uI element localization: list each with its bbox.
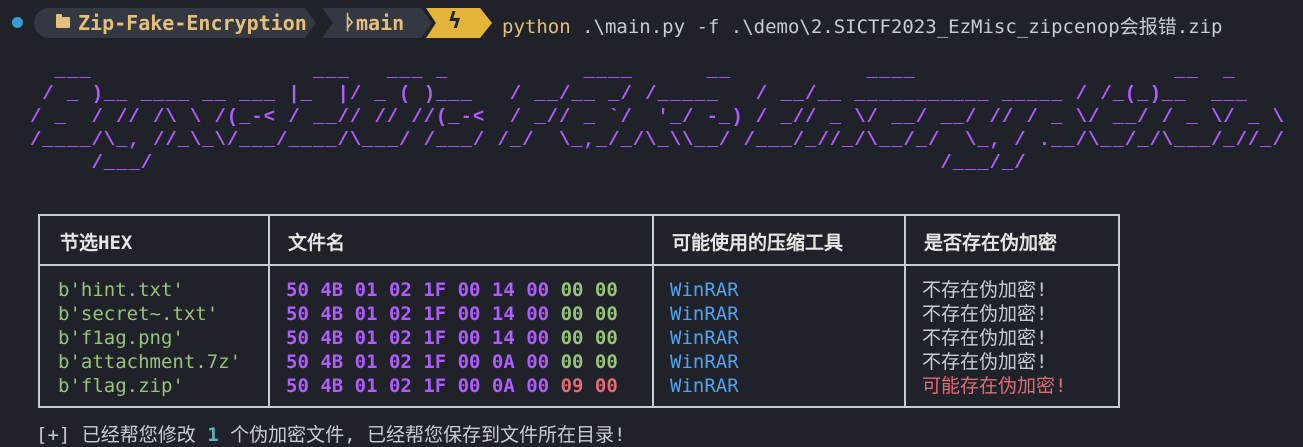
header-hex: 节选HEX [60, 232, 133, 254]
column-status: 不存在伪加密! 不存在伪加密! 不存在伪加密! 不存在伪加密! 可能存在伪加密! [922, 278, 1066, 398]
hex-bytes: 50 4B 01 02 1F 00 14 00 [286, 279, 550, 301]
prompt-directory: Zip-Fake-Encryption [78, 11, 307, 35]
prompt-branch: main [356, 11, 405, 35]
header-tool: 可能使用的压缩工具 [672, 232, 844, 254]
lightning-icon: ϟ [448, 9, 462, 34]
prompt-bolt-segment: ϟ [426, 8, 492, 38]
status-dot-icon [12, 17, 23, 28]
tool-name: WinRAR [670, 327, 739, 349]
hex-flag-bytes: 00 00 [560, 303, 618, 325]
hex-row: 50 4B 01 02 1F 00 14 00 00 00 [286, 326, 618, 350]
column-divider [904, 216, 906, 406]
hex-row: 50 4B 01 02 1F 00 14 00 00 00 [286, 278, 618, 302]
tool-name: WinRAR [670, 279, 739, 301]
tool-name: WinRAR [670, 375, 739, 397]
ascii-banner: ___ ___ ___ _ ____ __ ____ __ _ / _ )__ … [30, 60, 1285, 174]
hex-bytes: 50 4B 01 02 1F 00 0A 00 [286, 375, 550, 397]
encryption-status-warning: 可能存在伪加密! [922, 375, 1067, 397]
file-name: b'secret~.txt' [58, 303, 219, 325]
hex-bytes: 50 4B 01 02 1F 00 0A 00 [286, 351, 550, 373]
hex-row: 50 4B 01 02 1F 00 14 00 00 00 [286, 302, 618, 326]
command-line[interactable]: python .\main.py -f .\demo\2.SICTF2023_E… [502, 12, 1222, 39]
file-name: b'hint.txt' [58, 279, 184, 301]
hex-bytes: 50 4B 01 02 1F 00 14 00 [286, 303, 550, 325]
command-args: .\main.py -f .\demo\2.SICTF2023_EzMisc_z… [570, 16, 1223, 38]
result-message: [+] 已经帮您修改 1 个伪加密文件, 已经帮您保存到文件所在目录! [36, 420, 625, 447]
hex-flag-bytes: 00 00 [560, 279, 618, 301]
prompt-directory-segment: Zip-Fake-Encryption [34, 8, 316, 38]
hex-bytes: 50 4B 01 02 1F 00 14 00 [286, 327, 550, 349]
header-divider [40, 264, 1118, 266]
message-suffix: 个伪加密文件, 已经帮您保存到文件所在目录! [218, 424, 626, 446]
hex-flag-bytes: 00 00 [560, 327, 618, 349]
result-table: 节选HEX 文件名 可能使用的压缩工具 是否存在伪加密 b'hint.txt' … [38, 214, 1120, 408]
hex-row: 50 4B 01 02 1F 00 0A 00 09 00 [286, 374, 618, 398]
encryption-status: 不存在伪加密! [922, 327, 1048, 349]
encryption-status: 不存在伪加密! [922, 303, 1048, 325]
hex-flag-bytes: 09 00 [560, 375, 618, 397]
folder-icon [56, 14, 70, 28]
column-names: b'hint.txt' b'secret~.txt' b'f1ag.png' b… [58, 278, 241, 398]
column-divider [652, 216, 654, 406]
command-program: python [502, 16, 571, 38]
encryption-status: 不存在伪加密! [922, 351, 1048, 373]
file-name: b'flag.zip' [58, 375, 184, 397]
tool-name: WinRAR [670, 303, 739, 325]
hex-row: 50 4B 01 02 1F 00 0A 00 00 00 [286, 350, 618, 374]
tool-name: WinRAR [670, 351, 739, 373]
git-branch-icon: ᚦ [344, 10, 356, 34]
encryption-status: 不存在伪加密! [922, 279, 1048, 301]
hex-flag-bytes: 00 00 [560, 351, 618, 373]
column-tool: WinRAR WinRAR WinRAR WinRAR WinRAR [670, 278, 739, 398]
modified-count: 1 [207, 424, 219, 446]
file-name: b'f1ag.png' [58, 327, 184, 349]
column-hex: 50 4B 01 02 1F 00 14 00 00 00 50 4B 01 0… [286, 278, 618, 398]
file-name: b'attachment.7z' [58, 351, 242, 373]
header-fake-encryption: 是否存在伪加密 [924, 232, 1058, 254]
message-prefix: [+] 已经帮您修改 [36, 424, 208, 446]
column-divider [268, 216, 270, 406]
header-filename: 文件名 [288, 232, 346, 254]
prompt-git-segment: ᚦ main [322, 8, 432, 38]
terminal-prompt: Zip-Fake-Encryption ᚦ main ϟ python .\ma… [0, 8, 1303, 38]
